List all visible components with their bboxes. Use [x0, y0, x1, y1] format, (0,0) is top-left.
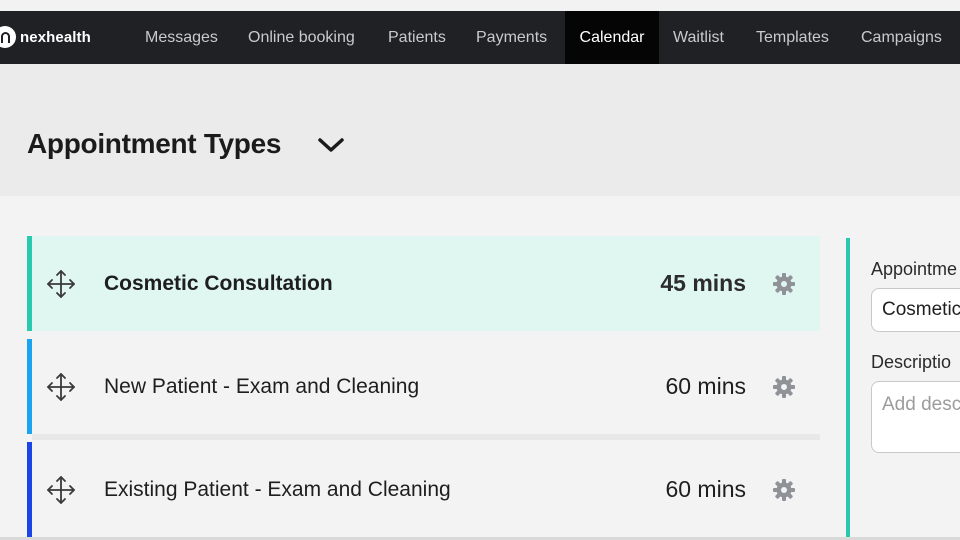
appointment-type-duration: 45 mins [660, 270, 746, 296]
drag-handle-icon[interactable] [45, 474, 77, 506]
nav-item-patients[interactable]: Patients [375, 11, 459, 64]
nexhealth-logo-icon [0, 26, 16, 48]
brand-logo[interactable]: nexhealth [0, 26, 91, 48]
gear-icon[interactable] [772, 375, 796, 399]
row-divider [32, 434, 820, 440]
nav-item-payments[interactable]: Payments [463, 11, 560, 64]
description-field[interactable]: Add desc [871, 381, 960, 453]
window-top-strip [0, 0, 960, 11]
appointment-type-duration: 60 mins [665, 373, 746, 399]
appointment-type-row[interactable]: Existing Patient - Exam and Cleaning 60 … [27, 442, 820, 537]
gear-icon[interactable] [772, 478, 796, 502]
drag-handle-icon[interactable] [45, 268, 77, 300]
nav-item-messages[interactable]: Messages [132, 11, 231, 64]
detail-panel-accent [846, 238, 850, 540]
page-title: Appointment Types [27, 128, 282, 159]
chevron-down-icon[interactable] [316, 134, 346, 156]
drag-handle-icon[interactable] [45, 371, 77, 403]
appointment-type-row[interactable]: New Patient - Exam and Cleaning 60 mins [27, 339, 820, 434]
type-color-bar [27, 442, 32, 537]
type-color-bar [27, 236, 32, 331]
nav-item-templates[interactable]: Templates [743, 11, 842, 64]
nav-item-calendar[interactable]: Calendar [565, 11, 659, 64]
nav-item-waitlist[interactable]: Waitlist [660, 11, 737, 64]
appointment-type-name: Existing Patient - Exam and Cleaning [104, 477, 451, 501]
nav-item-online-booking[interactable]: Online booking [235, 11, 368, 64]
appointment-type-name: New Patient - Exam and Cleaning [104, 374, 420, 398]
appointment-name-field[interactable]: Cosmetic [871, 288, 960, 332]
top-navigation: nexhealth Messages Online booking Patien… [0, 11, 960, 64]
type-color-bar [27, 339, 32, 434]
brand-name: nexhealth [20, 28, 91, 46]
gear-icon[interactable] [772, 272, 796, 296]
appointment-type-name: Cosmetic Consultation [104, 271, 333, 295]
appointment-type-row[interactable]: Cosmetic Consultation 45 mins [27, 236, 820, 331]
description-label: Descriptio [871, 352, 952, 372]
appointment-type-duration: 60 mins [665, 476, 746, 502]
nav-item-campaigns[interactable]: Campaigns [848, 11, 955, 64]
appointment-name-label: Appointme [871, 259, 958, 279]
